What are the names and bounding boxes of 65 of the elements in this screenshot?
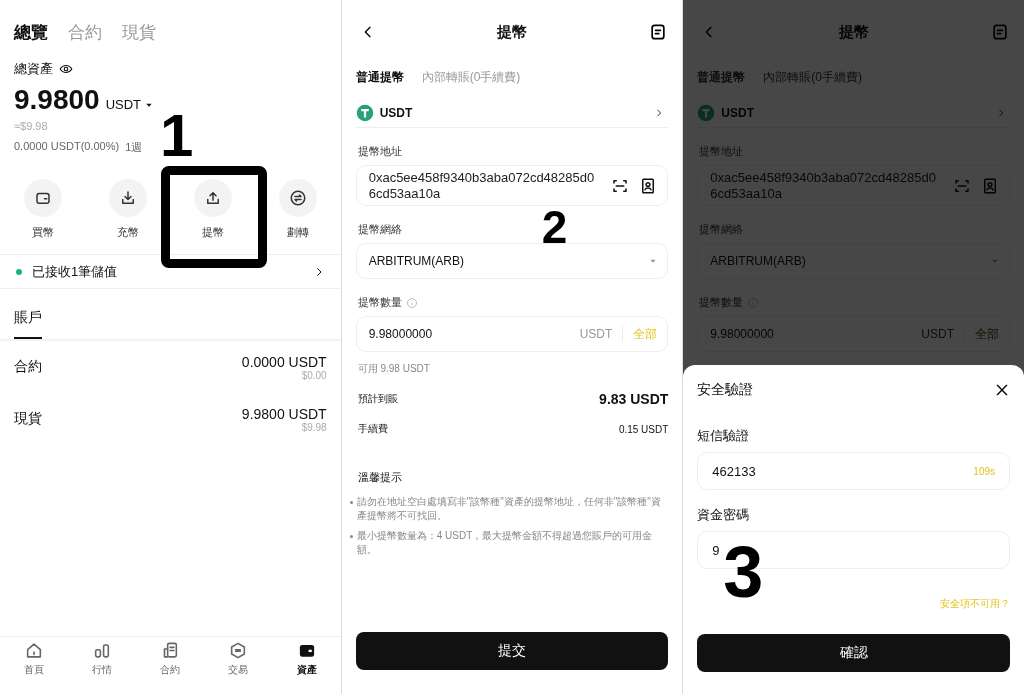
summary-label: 預計到賬 [357,392,398,407]
bullet-icon [349,535,353,539]
account-name: 合約 [14,358,42,376]
submit-button[interactable]: 提交 [355,632,669,670]
action-button[interactable]: 提幣 [170,179,256,240]
bullet-icon [349,501,353,505]
field-label: 提幣數量 [357,295,402,311]
eye-icon[interactable] [59,62,73,76]
field-label: 提幣網絡 [356,222,403,238]
coin-name: USDT [721,105,755,120]
total-balance: 9.9800 [14,84,100,116]
status-dot [16,268,22,275]
unit-label: USDT [921,327,954,342]
tab[interactable]: 賬戶 [14,309,42,339]
action-button[interactable]: 買幣 [0,179,86,240]
currency-label: USDT [105,97,142,112]
close-icon [994,382,1010,398]
summary-value: 9.83 USDT [599,391,669,408]
field-label: 短信驗證 [697,427,751,445]
unit-label: USDT [579,327,613,342]
tip-text: 請勿在地址空白處填寫非"該幣種"資產的提幣地址，任何非"該幣種"資產提幣將不可找回。 [356,495,662,524]
nav-item[interactable]: 資產 [272,641,341,677]
account-name: 現貨 [14,410,42,428]
tips-title: 溫馨提示 [356,470,403,486]
amount-field[interactable]: 9.98000000 USDT 全部 [355,316,669,353]
fiat-value: $0.00 [301,369,327,381]
page-title: 提幣 [838,22,869,42]
tab[interactable]: 普通提幣 [355,68,404,86]
summary-value: 0.15 USDT [618,423,669,435]
confirm-button[interactable]: 確認 [697,634,1010,672]
available-balance: 可用 9.98 USDT [356,362,431,377]
period-label: 1週 [125,140,143,155]
summary-label: 手續費 [357,422,388,437]
account-balance: 0.0000 USDT [241,353,327,370]
transfer-icon [289,189,308,207]
countdown-text: 109s [973,465,995,477]
nav-item[interactable]: 交易 [204,641,273,677]
page-title: 提幣 [497,22,527,42]
address-text: 0xac5ee458f9340b3aba072cd48285d06cd53aa10a [710,170,937,202]
fiat-value: $9.98 [301,421,327,433]
tab[interactable]: 總覽 [14,20,48,44]
fiat-value: ≈$9.98 [13,119,49,132]
dialog-title: 安全驗證 [697,381,754,399]
nav-item[interactable]: 首頁 [0,641,69,677]
tip-text: 最小提幣數量為：4 USDT，最大提幣金額不得超過您賬戶的可用金額。 [356,529,654,558]
address-field[interactable]: 0xac5ee458f9340b3aba072cd48285d06cd53aa10a [355,165,669,207]
account-balance: 9.9800 USDT [241,405,327,422]
coin-icon [355,103,374,122]
network-dropdown[interactable]: ARBITRUM(ARB) [355,243,669,280]
sms-code-field[interactable]: 462133 109s [697,452,1010,490]
coin-name: USDT [379,105,414,120]
coin-selector[interactable]: USDT [355,102,669,128]
notice-text: 已接收1筆儲值 [32,262,119,281]
nav-item[interactable]: 合約 [136,641,205,677]
notice-row[interactable]: 已接收1筆儲值 [0,254,341,289]
field-label: 資金密碼 [697,506,751,524]
close-button[interactable] [994,382,1010,398]
step-number: 1 [160,106,194,166]
action-button[interactable]: 劃轉 [255,179,341,240]
change-value: 0.0000 USDT(0.00%) [14,140,120,154]
nav-item[interactable]: 行情 [68,641,137,677]
address-text: 0xac5ee458f9340b3aba072cd48285d06cd53aa10a [368,170,596,202]
action-button[interactable]: 充幣 [85,179,171,240]
field-label: 提幣地址 [356,144,403,159]
total-assets-label: 總資產 [14,60,53,78]
